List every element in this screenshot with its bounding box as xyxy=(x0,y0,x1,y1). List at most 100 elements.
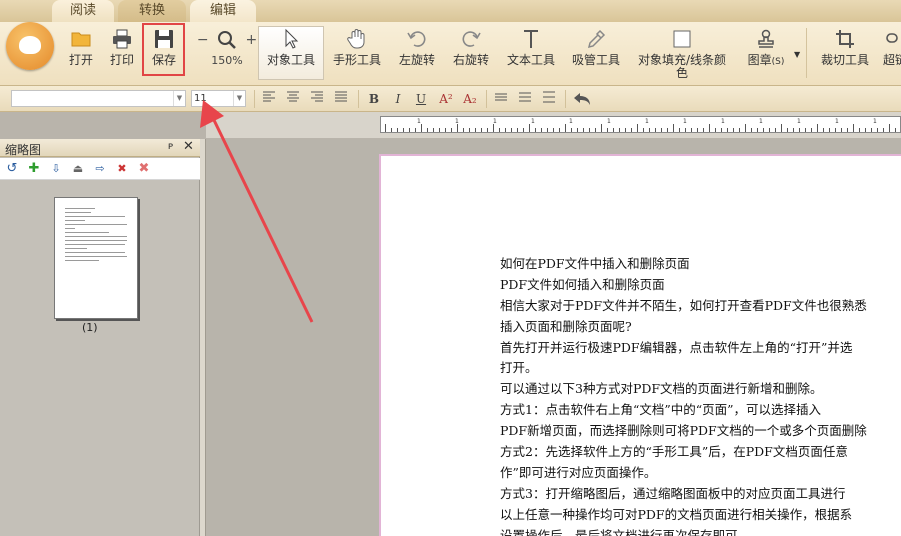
rotate-page-icon[interactable]: ↺ xyxy=(4,161,20,177)
close-icon[interactable]: ✕ xyxy=(183,139,194,154)
zoom-in-button[interactable]: + xyxy=(245,32,257,48)
ruler-tick xyxy=(577,128,578,132)
ruler-tick xyxy=(715,128,716,132)
ruler-tick xyxy=(697,128,698,132)
panel-splitter[interactable] xyxy=(200,139,206,536)
ruler-label: 1 xyxy=(759,118,763,125)
ruler-tick xyxy=(583,128,584,132)
ruler-tick xyxy=(511,128,512,132)
tab-convert[interactable]: 转换 xyxy=(118,0,186,22)
fill-color-button[interactable]: 对象填充/线条颜 色 xyxy=(630,26,734,82)
font-name-select[interactable]: ▼ xyxy=(11,90,186,107)
line-spacing-3-button[interactable] xyxy=(541,91,557,107)
align-left-button[interactable] xyxy=(261,91,277,107)
insert-page-icon[interactable]: ⇩ xyxy=(48,161,64,177)
toolbar-divider xyxy=(806,28,807,78)
ruler-tick xyxy=(739,128,740,132)
crop-icon xyxy=(836,30,854,48)
tab-read[interactable]: 阅读 xyxy=(52,0,114,22)
ruler-tick xyxy=(433,128,434,132)
open-button[interactable]: 打开 xyxy=(62,26,100,82)
object-tool-button[interactable]: 对象工具 xyxy=(260,26,322,82)
delete-page-icon[interactable]: ✖ xyxy=(114,161,130,177)
align-right-button[interactable] xyxy=(309,91,325,107)
ruler-tick xyxy=(463,128,464,132)
ruler-tick xyxy=(691,128,692,132)
eyedropper-tool-button[interactable]: 吸管工具 xyxy=(568,26,624,82)
ruler-tick xyxy=(589,128,590,132)
underline-button[interactable]: U xyxy=(413,91,429,107)
ruler-tick xyxy=(385,124,386,132)
ruler-label: 1 xyxy=(569,118,573,125)
ruler-tick xyxy=(559,128,560,132)
ribbon-toolbar: 打开 打印 保存 − + 150% 对象工具 手形工具 左旋转 右旋转 文本工具 xyxy=(0,22,901,86)
text-line: 首先打开并运行极速PDF编辑器，点击软件左上角的“打开”并选 xyxy=(500,339,853,355)
zoom-out-button[interactable]: − xyxy=(197,32,209,48)
text-line: 打开。 xyxy=(500,360,538,376)
ruler-tick xyxy=(685,128,686,132)
magnifier-icon[interactable] xyxy=(217,30,237,50)
pin-icon[interactable]: ᴘ xyxy=(168,141,173,152)
fill-square-icon xyxy=(673,30,691,48)
thumbnail-panel: 缩略图 ᴘ ✕ ↺ ✚ ⇩ ⏏ ⇨ ✖ ✖ (1) xyxy=(0,139,200,536)
text-line: 以上任意一种操作均可对PDF的文档页面进行相关操作，根据系 xyxy=(500,506,853,522)
stamp-button[interactable]: 图章(S) xyxy=(742,26,790,82)
line-spacing-2-button[interactable] xyxy=(517,91,533,107)
format-divider xyxy=(254,90,255,108)
bold-button[interactable]: B xyxy=(366,91,382,107)
ruler-tick xyxy=(727,128,728,132)
align-center-button[interactable] xyxy=(285,91,301,107)
ruler-label: 1 xyxy=(873,118,877,125)
link-tool-button[interactable]: 超链 xyxy=(880,26,901,82)
rotate-right-button[interactable]: 右旋转 xyxy=(448,26,494,82)
ruler-label: 1 xyxy=(645,118,649,125)
ruler-label: 1 xyxy=(797,118,801,125)
ruler-tick xyxy=(709,124,710,132)
add-page-icon[interactable]: ✚ xyxy=(26,161,42,177)
italic-button[interactable]: I xyxy=(390,91,406,107)
chevron-down-icon: ▼ xyxy=(173,91,185,106)
format-divider xyxy=(358,90,359,108)
app-logo[interactable] xyxy=(6,22,54,70)
ruler-tick xyxy=(607,128,608,132)
remove-icon[interactable]: ✖ xyxy=(136,161,152,177)
ruler-tick xyxy=(409,128,410,132)
zoom-level[interactable]: 150% xyxy=(196,54,258,67)
page-text[interactable]: 如何在PDF文件中插入和删除页面 PDF文件如何插入和删除页面 相信大家对于PDF文… xyxy=(500,254,901,536)
text-t-icon xyxy=(524,30,538,48)
panel-header: 缩略图 ᴘ ✕ xyxy=(0,139,200,157)
superscript-button[interactable]: A² xyxy=(436,91,456,107)
align-justify-icon xyxy=(335,91,347,102)
ruler-tick xyxy=(637,124,638,132)
tab-edit[interactable]: 编辑 xyxy=(190,0,256,22)
ruler-tick xyxy=(757,128,758,132)
line-spacing-1-button[interactable] xyxy=(493,91,509,107)
stamp-icon xyxy=(758,29,774,48)
page-thumbnail[interactable] xyxy=(54,197,138,319)
font-size-select[interactable]: 11 ▼ xyxy=(191,90,246,107)
crop-tool-button[interactable]: 裁切工具 xyxy=(816,26,874,82)
extract-page-icon[interactable]: ⏏ xyxy=(70,161,86,177)
align-justify-button[interactable] xyxy=(333,91,349,107)
rotate-left-button[interactable]: 左旋转 xyxy=(392,26,442,82)
text-tool-button[interactable]: 文本工具 xyxy=(502,26,560,82)
undo-button[interactable] xyxy=(572,91,592,107)
text-line: 作”即可进行对应页面操作。 xyxy=(500,464,657,480)
subscript-button[interactable]: A₂ xyxy=(460,91,480,107)
ruler-tick xyxy=(571,128,572,132)
tab-bar: 阅读 转换 编辑 xyxy=(0,0,901,22)
stamp-dropdown-arrow[interactable]: ▼ xyxy=(794,50,800,59)
hand-tool-button[interactable]: 手形工具 xyxy=(330,26,384,82)
zoom-control: − + 150% xyxy=(196,26,258,82)
ruler-tick xyxy=(649,128,650,132)
format-bar: ▼ 11 ▼ B I U A² A₂ xyxy=(0,86,901,112)
ruler-tick xyxy=(745,124,746,132)
print-button[interactable]: 打印 xyxy=(103,26,141,82)
ruler-tick xyxy=(661,128,662,132)
ruler-tick xyxy=(535,128,536,132)
replace-page-icon[interactable]: ⇨ xyxy=(92,161,108,177)
ruler-tick xyxy=(619,128,620,132)
ruler-tick xyxy=(859,128,860,132)
ruler-tick xyxy=(733,128,734,132)
line-spacing-icon xyxy=(495,93,507,101)
